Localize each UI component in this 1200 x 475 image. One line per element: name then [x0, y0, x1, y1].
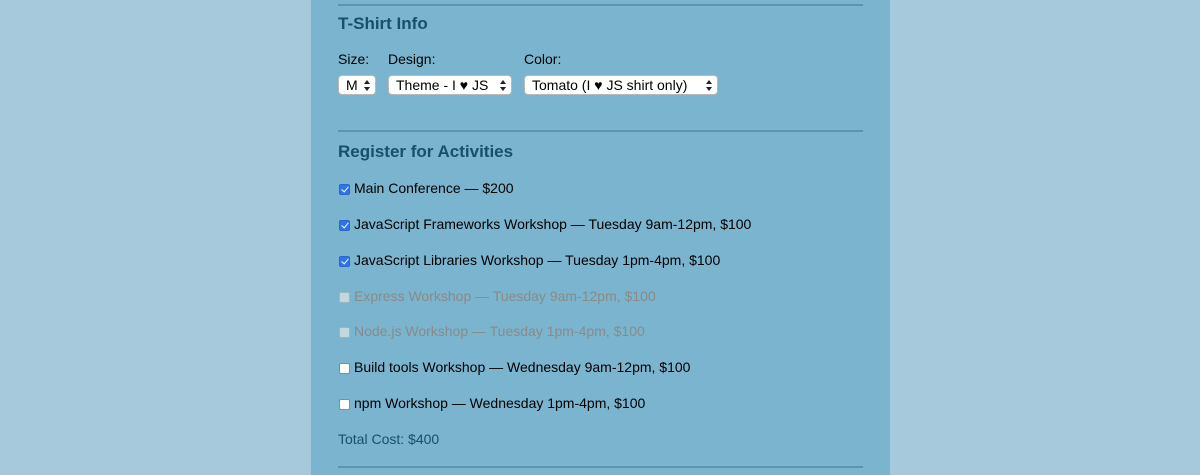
- color-select-value: Tomato (I ♥ JS shirt only): [532, 77, 688, 93]
- checkbox-unchecked[interactable]: [339, 398, 350, 410]
- activities-section-title: Register for Activities: [338, 142, 514, 161]
- size-label: Size:: [338, 51, 370, 67]
- checkbox-unchecked[interactable]: [339, 362, 350, 374]
- activity-label: Express Workshop — Tuesday 9am-12pm, $10…: [354, 288, 656, 304]
- design-select-value: Theme - I ♥ JS: [396, 77, 489, 93]
- checkbox-checked[interactable]: [339, 255, 350, 267]
- total-cost: Total Cost: $400: [338, 431, 440, 447]
- activity-nodejs: Node.js Workshop — Tuesday 1pm-4pm, $100: [338, 322, 645, 340]
- color-select[interactable]: Tomato (I ♥ JS shirt only): [524, 75, 718, 95]
- tshirt-section-title: T-Shirt Info: [338, 14, 428, 33]
- activity-js-frameworks[interactable]: JavaScript Frameworks Workshop — Tuesday…: [338, 215, 751, 233]
- activity-express: Express Workshop — Tuesday 9am-12pm, $10…: [338, 287, 656, 305]
- checkbox-checked[interactable]: [339, 183, 350, 195]
- checkbox-disabled: [339, 326, 350, 338]
- activity-build-tools[interactable]: Build tools Workshop — Wednesday 9am-12p…: [338, 358, 690, 376]
- activity-main-conference[interactable]: Main Conference — $200: [338, 179, 514, 197]
- section-divider: [338, 130, 863, 132]
- activity-npm[interactable]: npm Workshop — Wednesday 1pm-4pm, $100: [338, 394, 645, 412]
- design-select[interactable]: Theme - I ♥ JS: [388, 75, 512, 95]
- section-divider: [338, 466, 863, 468]
- activity-label: Main Conference — $200: [354, 180, 514, 196]
- activity-label: npm Workshop — Wednesday 1pm-4pm, $100: [354, 395, 646, 411]
- select-arrows-icon: [364, 80, 371, 91]
- activity-label: Build tools Workshop — Wednesday 9am-12p…: [354, 359, 691, 375]
- checkbox-checked[interactable]: [339, 219, 350, 231]
- registration-form-panel: T-Shirt Info Size: Design: Color: M Them…: [311, 0, 890, 475]
- checkbox-disabled: [339, 291, 350, 303]
- section-divider: [338, 4, 863, 6]
- activity-js-libraries[interactable]: JavaScript Libraries Workshop — Tuesday …: [338, 251, 720, 269]
- size-select-value: M: [346, 77, 358, 93]
- size-select[interactable]: M: [338, 75, 376, 95]
- select-arrows-icon: [706, 80, 713, 91]
- activity-label: JavaScript Frameworks Workshop — Tuesday…: [354, 216, 752, 232]
- color-label: Color:: [524, 51, 562, 67]
- design-label: Design:: [388, 51, 436, 67]
- select-arrows-icon: [500, 80, 507, 91]
- activity-label: JavaScript Libraries Workshop — Tuesday …: [354, 252, 721, 268]
- activity-label: Node.js Workshop — Tuesday 1pm-4pm, $100: [354, 323, 645, 339]
